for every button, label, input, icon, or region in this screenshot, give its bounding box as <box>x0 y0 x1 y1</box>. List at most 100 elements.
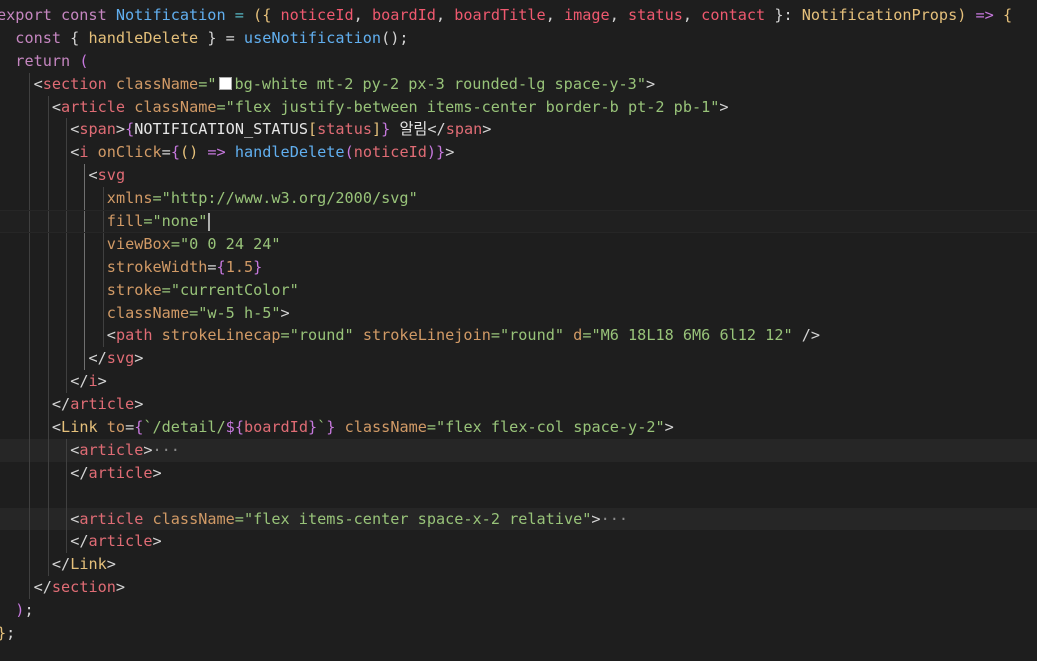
code-token: } = <box>198 28 244 47</box>
code-text: <svg <box>0 164 126 187</box>
code-token: > <box>280 303 290 322</box>
code-line[interactable]: xmlns="http://www.w3.org/2000/svg" <box>0 187 1037 211</box>
code-token: > <box>97 372 107 391</box>
code-text: </section> <box>0 576 125 599</box>
folded-region-ellipsis[interactable]: ··· <box>153 441 180 459</box>
code-line[interactable]: return ( <box>0 50 1037 73</box>
code-token: { <box>70 28 89 47</box>
code-token: > <box>645 74 656 93</box>
code-token: </ <box>33 578 52 597</box>
code-text: ); <box>0 599 33 622</box>
code-line[interactable]: }; <box>0 622 1037 645</box>
code-text: </article> <box>0 462 161 485</box>
code-token: { <box>1002 6 1013 24</box>
code-token: =" <box>198 74 217 93</box>
code-token: status <box>317 120 372 139</box>
code-token: to <box>97 418 126 437</box>
code-text: </svg> <box>0 347 144 370</box>
code-token: < <box>70 440 80 459</box>
code-token: < <box>88 166 98 185</box>
code-token: noticeId <box>353 143 427 162</box>
code-text: </article> <box>0 393 143 416</box>
code-line[interactable]: <path strokeLinecap="round" strokeLinejo… <box>0 324 1037 348</box>
code-token: http://www.w3.org/2000/svg <box>170 189 409 208</box>
code-token: span <box>79 120 116 139</box>
code-token: /> <box>792 326 821 345</box>
code-line[interactable]: fill="none" <box>0 210 1037 233</box>
code-text: fill="none" <box>0 211 211 232</box>
folded-region-ellipsis[interactable]: ··· <box>601 510 628 528</box>
code-line[interactable]: viewBox="0 0 24 24" <box>0 232 1037 256</box>
code-line[interactable]: <span>{NOTIFICATION_STATUS[status]} 알림</… <box>0 118 1037 142</box>
code-token: > <box>152 532 162 551</box>
code-text: <path strokeLinecap="round" strokeLinejo… <box>0 324 820 347</box>
code-line[interactable]: <section className=" bg-white mt-2 py-2 p… <box>0 72 1037 96</box>
code-token: ] <box>372 120 382 139</box>
code-line[interactable]: </Link> <box>0 553 1037 577</box>
code-token: stroke <box>106 280 162 299</box>
code-line[interactable]: </article> <box>0 393 1037 417</box>
code-line[interactable]: <article className="flex justify-between… <box>0 95 1037 119</box>
code-line[interactable]: </section> <box>0 576 1037 600</box>
code-line[interactable]: </i> <box>0 370 1037 394</box>
code-token: ( <box>344 143 354 162</box>
code-token: < <box>33 74 43 93</box>
code-token: article <box>70 395 135 414</box>
code-token: [ <box>307 120 318 139</box>
code-token: = <box>125 418 135 437</box>
code-line[interactable]: </svg> <box>0 347 1037 371</box>
code-token: < <box>51 418 62 437</box>
code-token: () <box>179 143 208 162</box>
code-text: export const Notification = ({ noticeId,… <box>0 4 1012 27</box>
code-token: < <box>70 509 80 528</box>
code-line[interactable]: stroke="currentColor" <box>0 278 1037 302</box>
code-line[interactable]: className="w-5 h-5"> <box>0 301 1037 325</box>
code-token: NotificationProps <box>801 6 958 24</box>
code-line[interactable]: <svg <box>0 164 1037 188</box>
code-text: <section className=" bg-white mt-2 py-2 p… <box>0 73 656 96</box>
code-token: handleDelete <box>234 143 345 162</box>
code-token: article <box>61 97 126 116</box>
code-line[interactable]: strokeWidth={1.5} <box>0 255 1037 279</box>
code-token: } <box>381 120 391 139</box>
code-token: , <box>545 6 564 24</box>
code-token: viewBox <box>106 234 171 253</box>
code-line[interactable]: ); <box>0 599 1037 622</box>
code-token: = <box>225 6 254 24</box>
code-line[interactable]: <article className="flex items-center sp… <box>0 507 1037 531</box>
code-line[interactable] <box>0 484 1037 508</box>
code-token: , <box>353 6 372 24</box>
code-line[interactable]: </article> <box>0 461 1037 485</box>
code-token: , <box>609 6 628 24</box>
code-line[interactable]: <article>··· <box>0 438 1037 462</box>
code-token: } <box>253 257 263 276</box>
code-token: ="round" <box>280 326 354 345</box>
code-token: ="flex flex-col space-y-2" <box>426 418 665 437</box>
code-line[interactable]: const { handleDelete } = useNotification… <box>0 27 1037 50</box>
code-token: d <box>564 326 583 345</box>
color-swatch-icon[interactable] <box>218 76 232 90</box>
code-line[interactable]: </article> <box>0 530 1037 554</box>
code-text: <span>{NOTIFICATION_STATUS[status]} 알림</… <box>0 118 491 141</box>
indent-guide <box>47 484 49 508</box>
code-line[interactable]: export const Notification = ({ noticeId,… <box>0 4 1037 27</box>
code-text: }; <box>0 622 15 645</box>
code-token: Link <box>70 555 107 574</box>
code-token: </ <box>70 532 89 551</box>
code-token: = <box>161 143 171 162</box>
code-token: ) <box>957 6 976 24</box>
code-line[interactable]: <Link to={`/detail/${boardId}`} classNam… <box>0 416 1037 439</box>
code-token: strokeLinejoin <box>353 326 491 345</box>
code-text: </article> <box>0 530 162 553</box>
code-token: svg <box>106 349 135 368</box>
code-token: status <box>628 6 683 24</box>
code-token: > <box>115 120 126 139</box>
code-line[interactable]: <i onClick={() => handleDelete(noticeId)… <box>0 141 1037 165</box>
code-editor[interactable]: export const Notification = ({ noticeId,… <box>0 4 1037 645</box>
code-token: => <box>975 6 1003 24</box>
code-token: > <box>719 97 729 116</box>
code-text: <article className="flex justify-between… <box>0 96 729 119</box>
code-token: strokeWidth <box>106 257 208 276</box>
code-token: boardId <box>243 418 308 437</box>
code-token: className <box>143 509 235 528</box>
